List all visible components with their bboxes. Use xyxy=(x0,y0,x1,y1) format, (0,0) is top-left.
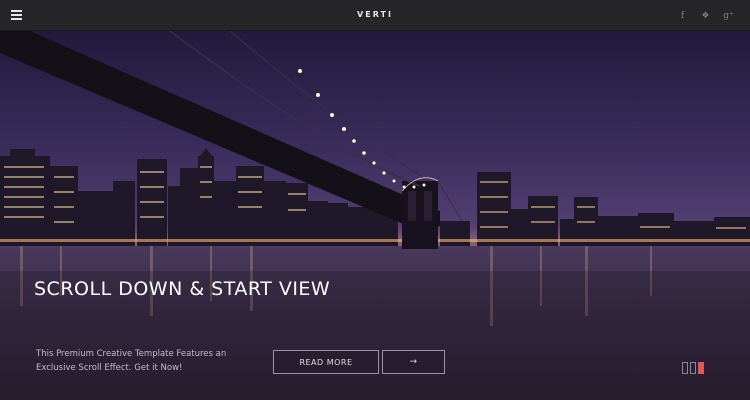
social-links: f ❖ g⁺ xyxy=(671,8,740,24)
hero-subtext: This Premium Creative Template Features … xyxy=(36,349,227,373)
pager-dot-active[interactable] xyxy=(698,362,704,374)
read-more-button[interactable]: READ MORE xyxy=(273,350,379,374)
top-navigation-bar: VERTI f ❖ g⁺ xyxy=(0,0,750,31)
hero-section: SCROLL DOWN & START VIEW This Premium Cr… xyxy=(0,31,750,400)
facebook-icon[interactable]: f xyxy=(671,8,694,24)
pager-dot[interactable] xyxy=(690,362,696,374)
brand-logo[interactable]: VERTI xyxy=(0,10,750,19)
dropbox-icon[interactable]: ❖ xyxy=(694,8,717,24)
city-bridge-night-image xyxy=(0,31,750,400)
slide-pager xyxy=(682,362,704,374)
hero-headline: SCROLL DOWN & START VIEW xyxy=(34,278,331,300)
google-plus-icon[interactable]: g⁺ xyxy=(717,8,740,24)
pager-dot[interactable] xyxy=(682,362,688,374)
next-arrow-button[interactable]: → xyxy=(382,350,445,374)
